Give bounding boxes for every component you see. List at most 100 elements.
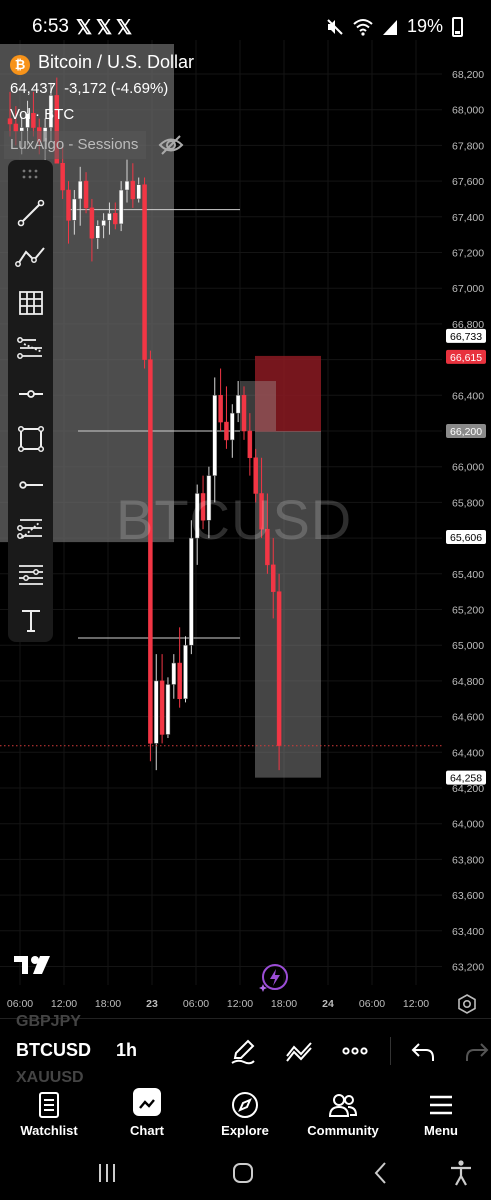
rectangle-tool[interactable] [14,422,48,456]
candle [130,180,136,200]
nav-watchlist[interactable]: Watchlist [0,1084,98,1146]
nav-explore[interactable]: Explore [196,1084,294,1146]
tradingview-logo-icon[interactable] [14,954,52,976]
candle [142,184,147,360]
eye-off-icon[interactable] [158,134,184,156]
x-axis-tick: 23 [146,998,158,1010]
horizontal-ray-tool[interactable] [14,377,48,411]
status-time: 6:53 [32,16,69,37]
candle [107,212,112,221]
y-axis-tick: 67,600 [452,176,484,188]
candle [212,395,217,476]
candle [113,212,118,225]
trend-line-icon [17,199,45,227]
candle [118,189,124,225]
pitchfork-tool[interactable] [14,332,48,366]
text-tool[interactable] [14,603,48,637]
horizontal-ray-icon [19,390,43,398]
redo-icon[interactable] [462,1036,491,1066]
path-icon [15,247,45,267]
prev-symbol[interactable]: GBPJPY [16,1013,81,1031]
price-label: 66,733 [450,331,482,343]
horizontal-line-icon [19,481,43,489]
home-icon[interactable] [228,1158,258,1188]
bottom-navigation: Watchlist Chart Explore Community Menu [0,1084,491,1146]
recents-icon[interactable] [92,1158,122,1188]
watchlist-icon [39,1092,59,1118]
candle [247,430,253,459]
settings-icon[interactable] [456,993,478,1015]
y-axis-tick: 65,000 [452,640,484,652]
candle [235,395,241,414]
candle [136,184,141,200]
volume-label[interactable]: Vol · BTC [10,106,74,123]
x-axis-tick: 06:00 [359,998,385,1010]
horizontal-line-tool[interactable] [14,468,48,502]
candle [83,180,89,209]
y-axis-tick: 67,000 [452,283,484,295]
symbol-selector[interactable]: BTCUSD [16,1040,91,1061]
candle [271,564,276,592]
menu-icon [430,1095,452,1115]
fib-grid-icon [19,291,43,315]
candle [183,644,188,700]
indicator-legend[interactable]: LuxAlgo - Sessions [4,131,146,159]
y-axis-tick: 64,600 [452,712,484,724]
mute-icon [327,18,343,35]
y-axis-tick: 64,800 [452,676,484,688]
y-axis-tick: 64,400 [452,747,484,759]
candle [276,591,282,746]
nav-menu[interactable]: Menu [392,1084,490,1146]
battery-icon [452,16,463,37]
y-axis-tick: 67,200 [452,248,484,260]
candle [77,180,83,200]
nav-community[interactable]: Community [294,1084,392,1146]
nav-chart[interactable]: Chart [98,1084,196,1146]
symbol-title[interactable]: Bitcoin / U.S. Dollar [38,52,194,73]
y-axis-tick: 63,400 [452,926,484,938]
y-axis-tick: 64,000 [452,819,484,831]
x-axis-tick: 12:00 [227,998,253,1010]
y-axis-tick: 67,400 [452,212,484,224]
drag-handle-icon[interactable] [20,168,40,180]
y-axis-tick: 68,000 [452,105,484,117]
pencil-icon[interactable] [228,1036,258,1066]
undo-icon[interactable] [408,1036,438,1066]
candle [165,684,171,735]
candle [230,412,235,441]
y-axis-tick: 67,800 [452,140,484,152]
candle [124,180,130,191]
text-icon [22,610,40,632]
y-axis-tick: 63,600 [452,890,484,902]
last-price: 64,437 [10,80,56,97]
x-axis-tick: 06:00 [183,998,209,1010]
lines-tool[interactable] [14,558,48,592]
price-label: 64,258 [450,773,482,785]
back-icon[interactable] [366,1158,396,1188]
x-logo-icon: 𝕏 [96,17,113,39]
candle [66,189,71,221]
trend-line-tool[interactable] [14,196,48,230]
y-axis-tick: 63,200 [452,962,484,974]
candle [171,662,177,685]
candle [60,163,65,191]
path-tool[interactable] [14,240,48,274]
x-axis-tick: 06:00 [7,998,33,1010]
more-icon[interactable] [340,1036,370,1066]
compass-icon [232,1092,258,1118]
interval-selector[interactable]: 1h [116,1040,137,1061]
y-axis-tick: 65,400 [452,569,484,581]
y-axis-tick: 65,800 [452,497,484,509]
candle [241,395,247,432]
community-icon [328,1094,358,1117]
fib-grid-tool[interactable] [14,286,48,320]
indicators-icon[interactable] [284,1036,314,1066]
price-label: 66,200 [450,426,482,438]
fib-retracement-icon [17,519,42,539]
candle [218,395,223,423]
price-change: -3,172 (-4.69%) [64,80,169,97]
wifi-icon [353,18,373,36]
fib-retracement-tool[interactable] [14,512,48,546]
accessibility-icon[interactable] [446,1158,476,1188]
ai-assistant-icon[interactable] [258,962,290,994]
